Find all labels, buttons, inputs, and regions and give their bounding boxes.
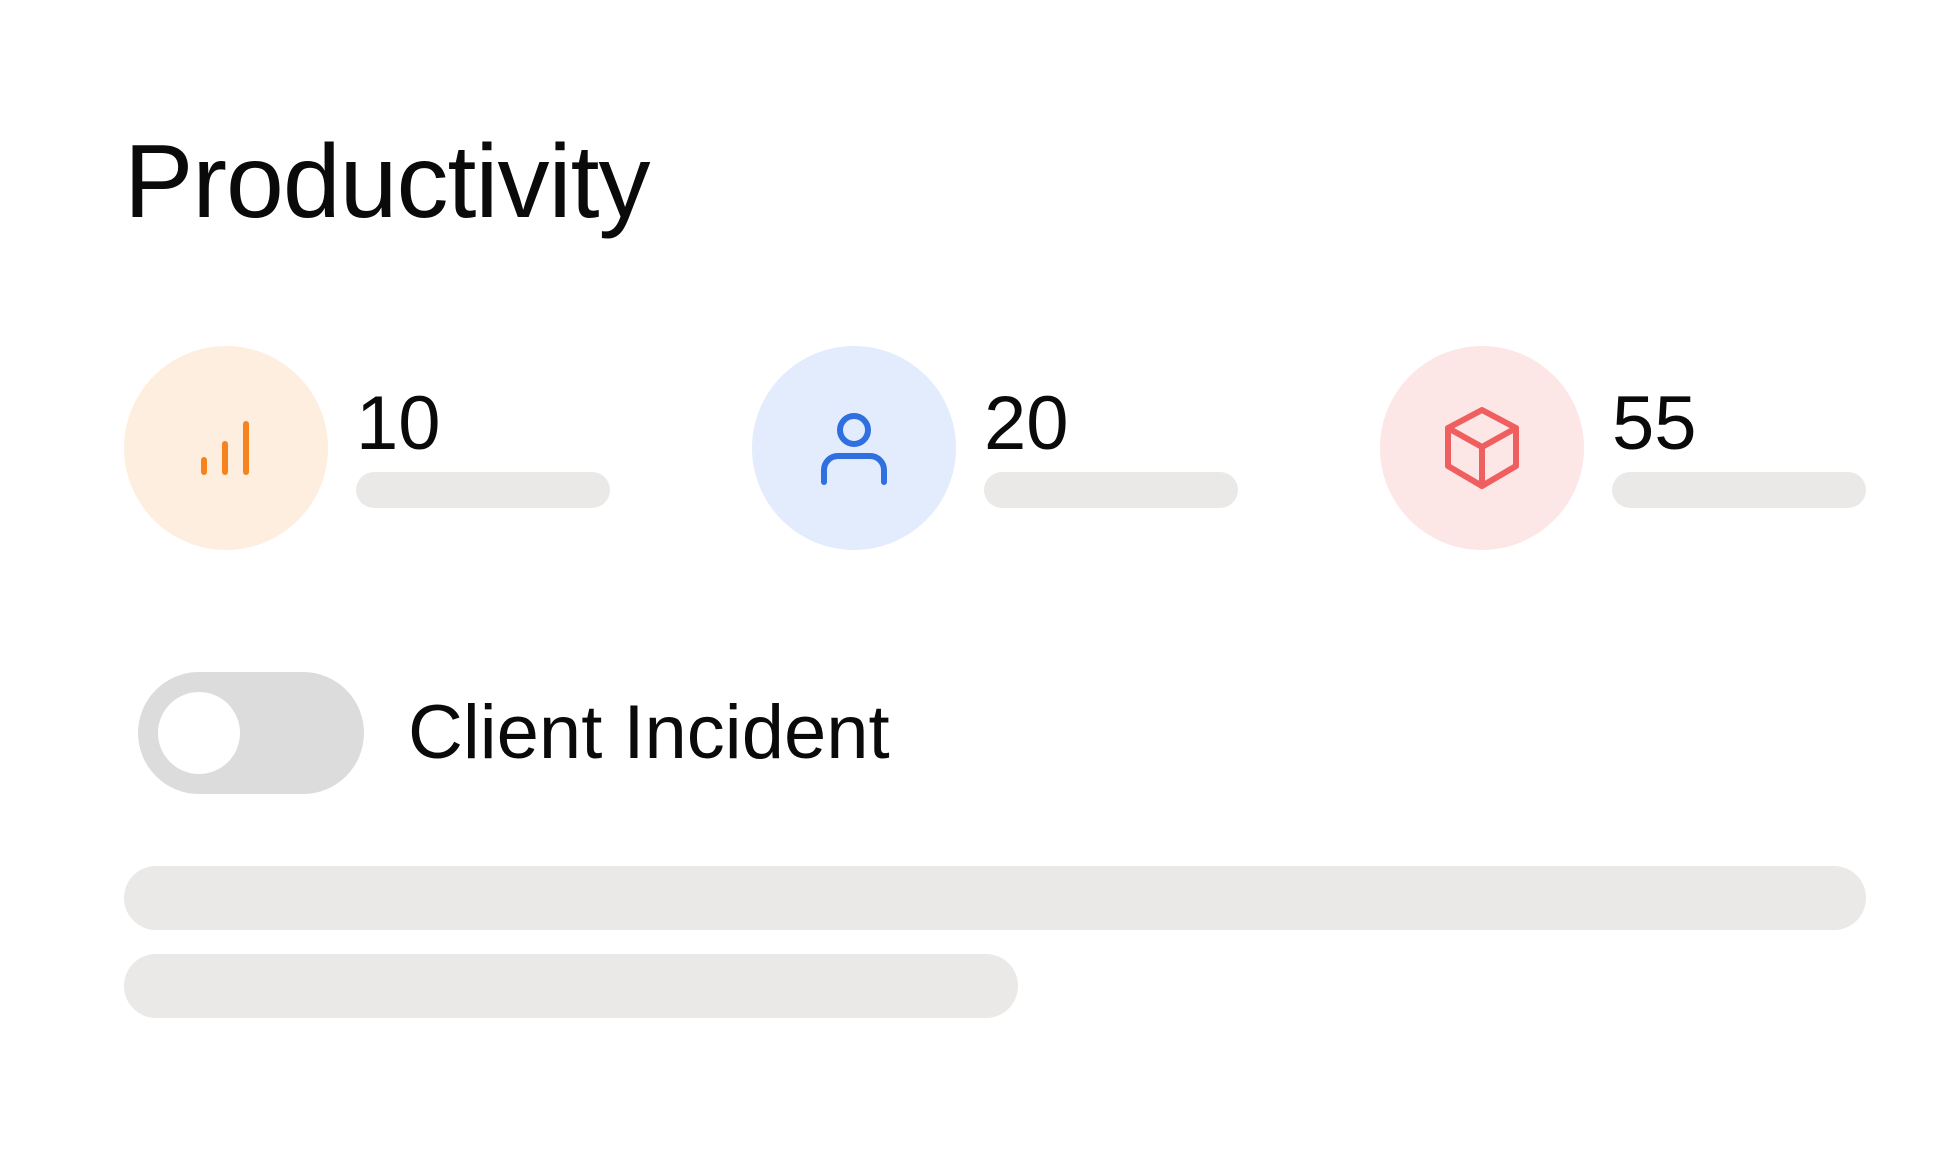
stat-card-cube: 55 [1380,346,1880,550]
stat-value: 55 [1612,381,1697,466]
user-icon-badge [752,346,956,550]
stat-value: 20 [984,381,1069,466]
page-title: Productivity [124,124,651,240]
user-icon [821,413,887,485]
stat-card-user: 20 [752,346,1252,550]
client-incident-toggle[interactable] [138,672,364,794]
toggle-knob [158,692,240,774]
client-incident-label: Client Incident [408,690,890,775]
stat-skeleton-bar [984,472,1238,508]
stat-card-bar-chart: 10 [124,346,624,550]
bar-chart-icon-badge [124,346,328,550]
bar-chart-icon [201,421,249,475]
cube-icon-badge [1380,346,1584,550]
skeleton-line-short [124,954,1018,1018]
stat-value: 10 [356,381,441,466]
client-incident-toggle-row: Client Incident [138,672,890,794]
stat-skeleton-bar [1612,472,1866,508]
stat-skeleton-bar [356,472,610,508]
skeleton-line-long [124,866,1866,930]
cube-icon [1445,407,1519,489]
